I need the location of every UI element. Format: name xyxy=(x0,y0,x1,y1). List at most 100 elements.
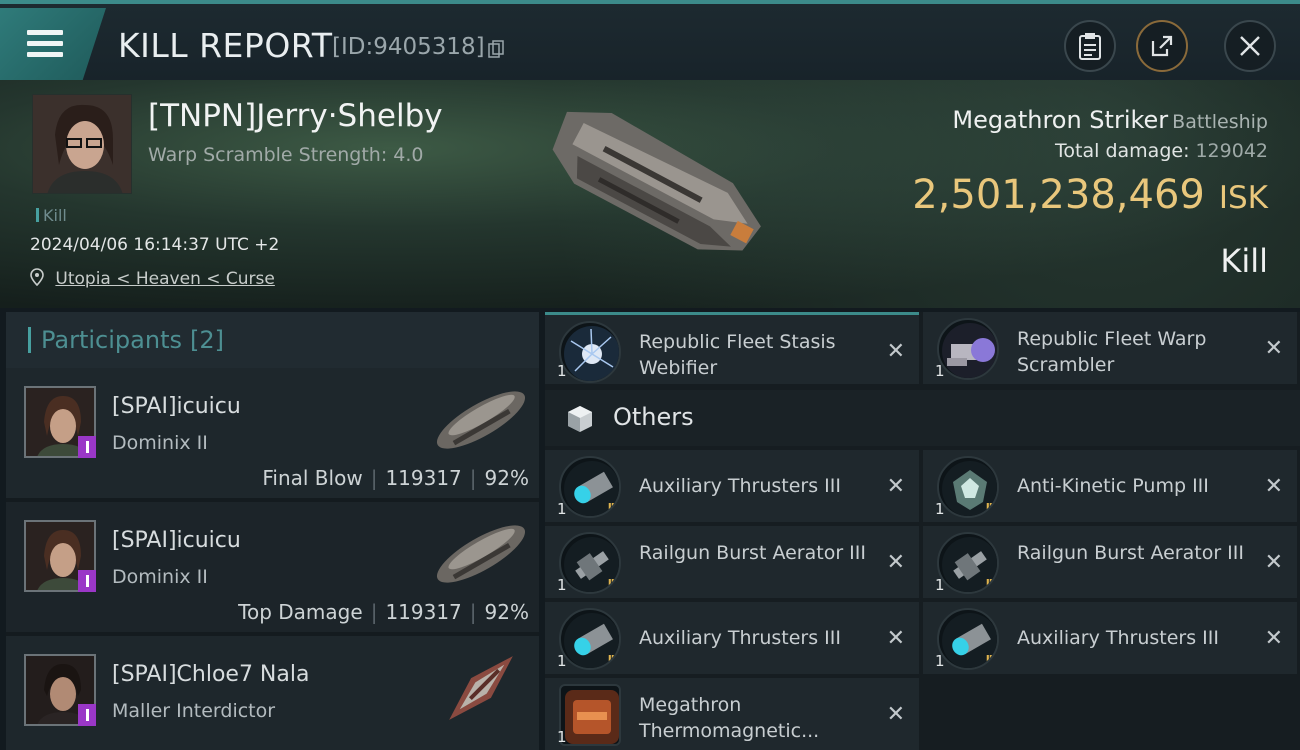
close-button[interactable] xyxy=(1224,20,1276,72)
participant-name: [SPAI]Chloe7 Nala xyxy=(112,662,310,687)
hamburger-icon xyxy=(27,30,63,58)
tier-badge: III xyxy=(985,501,996,514)
isk-value: 2,501,238,469 ISK xyxy=(912,172,1268,218)
module-item[interactable]: III 1 Auxiliary Thrusters III ✕ xyxy=(545,450,919,522)
isk-unit: ISK xyxy=(1218,180,1268,216)
result-label: Kill xyxy=(1220,242,1268,280)
warp-scramble-strength: Warp Scramble Strength: 4.0 xyxy=(148,144,424,166)
module-item[interactable]: III 1 Auxiliary Thrusters III ✕ xyxy=(923,602,1297,674)
module-name: Auxiliary Thrusters III xyxy=(639,475,841,497)
module-item[interactable]: III 1 Anti-Kinetic Pump III ✕ xyxy=(923,450,1297,522)
destroyed-icon: ✕ xyxy=(886,626,905,651)
module-name: Anti-Kinetic Pump III xyxy=(1017,475,1209,497)
module-name: Railgun Burst Aerator III xyxy=(639,542,866,564)
participant-name: [SPAI]icuicu xyxy=(112,528,241,553)
isk-amount: 2,501,238,469 xyxy=(912,172,1205,218)
kill-location[interactable]: Utopia < Heaven < Curse xyxy=(30,268,275,289)
module-item[interactable]: III 1 Railgun Burst Aerator III ✕ xyxy=(545,526,919,598)
participant-ship-image xyxy=(436,525,526,583)
corp-badge xyxy=(78,570,96,592)
module-name: Republic Fleet Warp Scrambler xyxy=(1017,328,1207,376)
tier-badge: III xyxy=(607,501,618,514)
location-link[interactable]: Utopia < Heaven < Curse xyxy=(55,269,274,289)
module-item[interactable]: 1 Megathron Thermomagnetic... ✕ xyxy=(545,678,919,750)
participant-stats: Final Blow | 119317 | 92% xyxy=(262,466,529,490)
kill-tag: Kill xyxy=(36,206,67,225)
module-quantity: 1 xyxy=(557,652,567,670)
participant-ship: Dominix II xyxy=(112,432,208,454)
thruster-icon: III xyxy=(937,608,999,670)
participant-percent: 92% xyxy=(484,466,529,490)
victim-portrait[interactable] xyxy=(32,94,132,194)
share-icon xyxy=(1151,35,1173,57)
destroyed-icon: ✕ xyxy=(886,339,905,364)
participant-row[interactable]: [SPAI]icuicu Dominix II Final Blow | 11931… xyxy=(6,368,539,502)
participant-row[interactable]: [SPAI]Chloe7 Nala Maller Interdictor xyxy=(6,636,539,750)
location-pin-icon xyxy=(30,268,44,287)
tier-badge: III xyxy=(607,577,618,590)
victim-ship: Megathron Striker Battleship xyxy=(952,106,1268,134)
participants-label: Participants xyxy=(41,326,182,354)
participants-count: [2] xyxy=(189,326,224,354)
module-quantity: 1 xyxy=(557,500,567,518)
participant-row[interactable]: [SPAI]icuicu Dominix II Top Damage | 11931… xyxy=(6,502,539,636)
page-title: KILL REPORT xyxy=(118,26,333,65)
corp-badge xyxy=(78,704,96,726)
module-quantity: 1 xyxy=(935,362,945,380)
thruster-icon: III xyxy=(559,456,621,518)
module-item[interactable]: III 1 Auxiliary Thrusters III ✕ xyxy=(545,602,919,674)
participant-name: [SPAI]icuicu xyxy=(112,394,241,419)
armor-pump-icon: III xyxy=(937,456,999,518)
participant-ship: Dominix II xyxy=(112,566,208,588)
participant-percent: 92% xyxy=(484,600,529,624)
destroyed-icon: ✕ xyxy=(1264,336,1283,361)
module-name: Auxiliary Thrusters III xyxy=(639,627,841,649)
report-id: [ID:9405318] xyxy=(332,34,485,60)
top-bar: KILL REPORT [ID:9405318] xyxy=(0,0,1300,80)
share-button[interactable] xyxy=(1136,20,1188,72)
module-quantity: 1 xyxy=(935,500,945,518)
participant-role: Top Damage xyxy=(238,600,363,624)
module-item[interactable]: 1 Republic Fleet Stasis Webifier ✕ xyxy=(545,312,919,384)
fitted-modules-panel: 1 Republic Fleet Stasis Webifier ✕ 1 Rep… xyxy=(545,312,1300,750)
total-damage-label: Total damage: xyxy=(1055,140,1190,162)
warp-scrambler-icon xyxy=(937,318,999,380)
stasis-webifier-icon xyxy=(559,321,621,383)
thruster-icon: III xyxy=(559,608,621,670)
participant-role: Final Blow xyxy=(262,466,363,490)
victim-ship-name: Megathron Striker xyxy=(952,106,1169,134)
module-quantity: 1 xyxy=(557,362,567,380)
participant-ship: Maller Interdictor xyxy=(112,700,276,722)
participants-header[interactable]: Participants [2] xyxy=(6,312,539,368)
copy-icon[interactable] xyxy=(488,40,504,58)
participant-ship-image xyxy=(449,656,513,720)
kill-datetime: 2024/04/06 16:14:37 UTC +2 xyxy=(30,235,280,255)
others-label: Others xyxy=(613,403,694,431)
corp-badge xyxy=(78,436,96,458)
railgun-aerator-icon: III xyxy=(559,532,621,594)
module-name: Republic Fleet Stasis Webifier xyxy=(639,331,836,379)
menu-button[interactable] xyxy=(0,8,106,80)
module-item[interactable]: 1 Republic Fleet Warp Scrambler ✕ xyxy=(923,312,1297,384)
destroyed-icon: ✕ xyxy=(1264,626,1283,651)
hardener-icon xyxy=(559,684,621,746)
destroyed-icon: ✕ xyxy=(1264,474,1283,499)
module-item[interactable]: III 1 Railgun Burst Aerator III ✕ xyxy=(923,526,1297,598)
tier-badge: III xyxy=(985,577,996,590)
participant-damage: 119317 xyxy=(385,466,462,490)
total-damage: Total damage: 129042 xyxy=(1055,140,1268,162)
module-quantity: 1 xyxy=(557,728,567,746)
clipboard-button[interactable] xyxy=(1064,20,1116,72)
destroyed-icon: ✕ xyxy=(1264,550,1283,575)
victim-ship-class: Battleship xyxy=(1172,111,1268,133)
railgun-aerator-icon: III xyxy=(937,532,999,594)
header-accent xyxy=(28,327,31,353)
tier-badge: III xyxy=(985,653,996,666)
destroyed-icon: ✕ xyxy=(886,702,905,727)
destroyed-icon: ✕ xyxy=(886,550,905,575)
clipboard-icon xyxy=(1079,33,1101,60)
total-damage-value: 129042 xyxy=(1195,140,1268,162)
victim-header: [TNPN]Jerry·Shelby Warp Scramble Strengt… xyxy=(0,80,1300,308)
module-name: Auxiliary Thrusters III xyxy=(1017,627,1219,649)
participants-panel: Participants [2] [SPAI]icuicu Dominix II… xyxy=(6,312,539,750)
